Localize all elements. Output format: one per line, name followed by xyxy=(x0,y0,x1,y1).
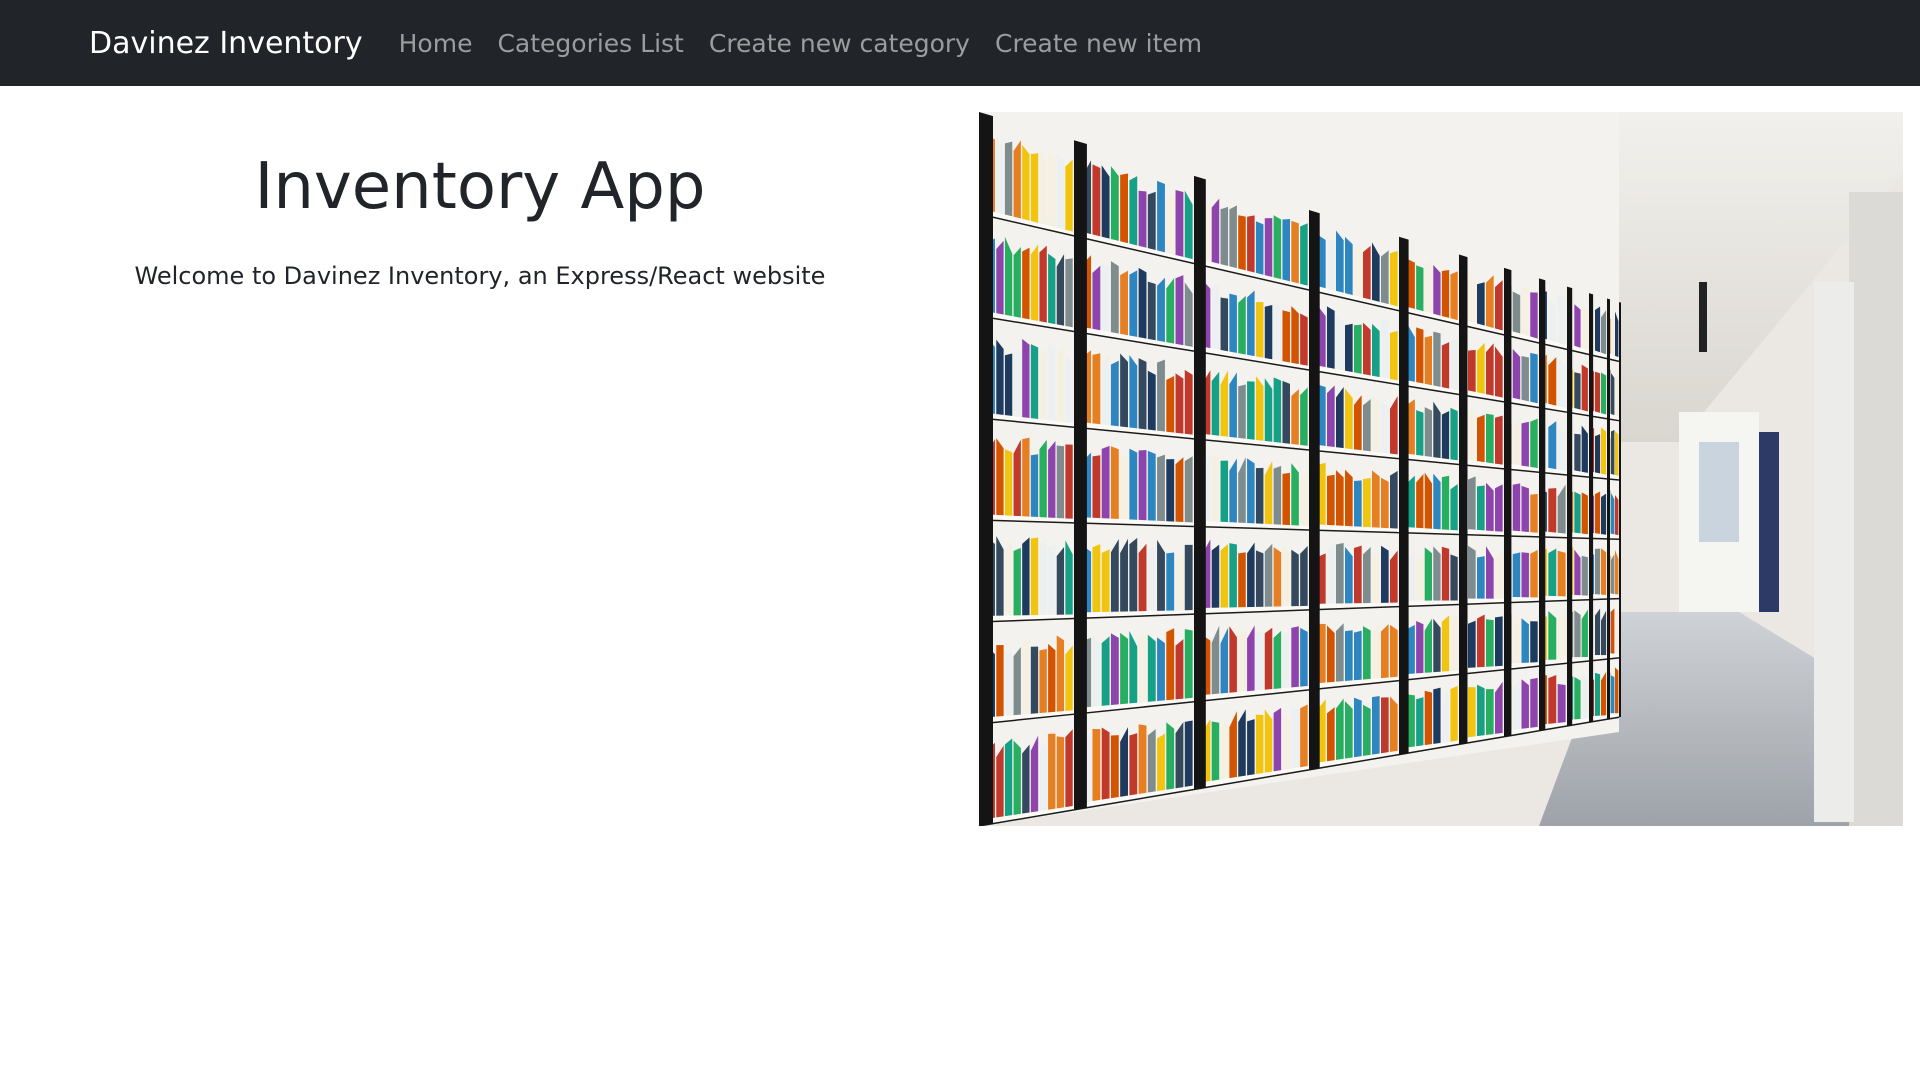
nav-link-create-item[interactable]: Create new item xyxy=(995,29,1202,58)
nav-link-home[interactable]: Home xyxy=(399,29,473,58)
brand-link[interactable]: Davinez Inventory xyxy=(89,26,363,61)
top-navbar: Davinez Inventory Home Categories List C… xyxy=(0,0,1920,86)
bookshelf-illustration xyxy=(979,112,1903,826)
page-title: Inventory App xyxy=(254,150,706,224)
nav-link-categories-list[interactable]: Categories List xyxy=(497,29,683,58)
welcome-text: Welcome to Davinez Inventory, an Express… xyxy=(134,262,826,291)
nav-link-create-category[interactable]: Create new category xyxy=(709,29,970,58)
hero-section: Inventory App Welcome to Davinez Invento… xyxy=(0,86,960,291)
library-bookshelves-image xyxy=(979,112,1903,826)
